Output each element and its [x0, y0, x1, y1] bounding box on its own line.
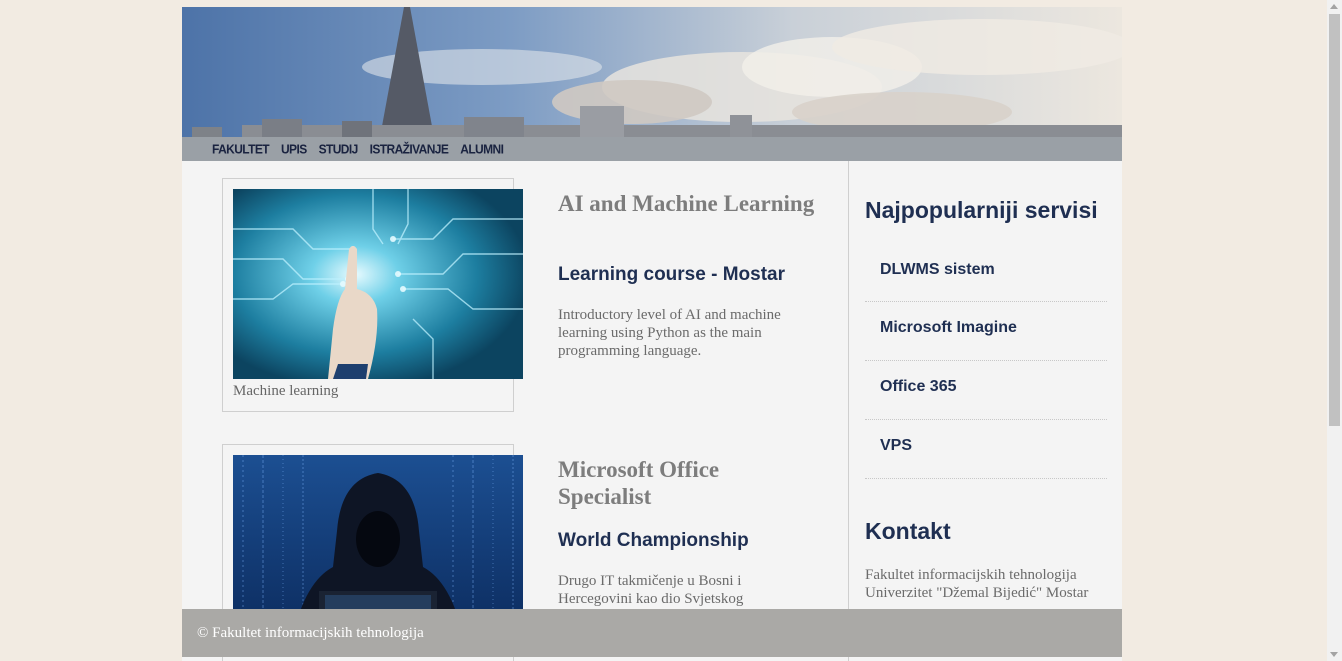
- vertical-scrollbar[interactable]: [1327, 0, 1342, 661]
- scroll-down-arrow-icon[interactable]: [1330, 652, 1338, 657]
- nav-item-fakultet[interactable]: FAKULTET: [212, 141, 270, 156]
- article-subtitle: World Championship: [558, 530, 749, 551]
- service-link-office-365[interactable]: Office 365: [865, 361, 1107, 420]
- service-link-dlwms[interactable]: DLWMS sistem: [865, 244, 1107, 302]
- nav-item-alumni[interactable]: ALUMNI: [460, 141, 504, 156]
- service-link-microsoft-imagine[interactable]: Microsoft Imagine: [865, 302, 1107, 361]
- page-footer: © Fakultet informacijskih tehnologija: [182, 609, 1122, 657]
- scroll-up-arrow-icon[interactable]: [1330, 4, 1338, 9]
- nav-item-upis[interactable]: UPIS: [281, 141, 307, 156]
- article-figure: Machine learning: [222, 178, 523, 412]
- scrollbar-thumb[interactable]: [1329, 14, 1340, 426]
- nav-item-studij[interactable]: STUDIJ: [319, 141, 359, 156]
- article-title[interactable]: AI and Machine Learning: [558, 190, 818, 217]
- sidebar: Najpopularniji servisi DLWMS sistem Micr…: [848, 161, 1122, 661]
- header-banner-image: [182, 7, 1122, 137]
- article-title[interactable]: Microsoft Office Specialist: [558, 456, 818, 510]
- main-content: Machine learning AI and Machine Learning…: [182, 161, 848, 661]
- article-ai-ml: Machine learning AI and Machine Learning…: [222, 178, 822, 418]
- service-link-vps[interactable]: VPS: [865, 420, 1107, 479]
- kontakt-title: Kontakt: [865, 518, 951, 544]
- circuit-hand-image[interactable]: [233, 189, 523, 379]
- kontakt-text: Fakultet informacijskih tehnologija Univ…: [865, 566, 1115, 602]
- kontakt-line: Fakultet informacijskih tehnologija: [865, 567, 1077, 583]
- image-caption: Machine learning: [233, 383, 339, 399]
- nav-item-istrazivanje[interactable]: ISTRAŽIVANJE: [370, 141, 449, 156]
- popular-services-title: Najpopularniji servisi: [865, 197, 1098, 223]
- article-description: Drugo IT takmičenje u Bosni i Hercegovin…: [558, 573, 744, 607]
- kontakt-line: Univerzitet "Džemal Bijedić" Mostar: [865, 585, 1089, 601]
- footer-copyright: © Fakultet informacijskih tehnologija: [197, 625, 424, 641]
- article-subtitle: Learning course - Mostar: [558, 264, 785, 285]
- article-description: Introductory level of AI and machine lea…: [558, 307, 781, 359]
- main-navigation: FAKULTET UPIS STUDIJ ISTRAŽIVANJE ALUMNI: [182, 137, 1122, 161]
- page-container: FAKULTET UPIS STUDIJ ISTRAŽIVANJE ALUMNI: [182, 7, 1122, 661]
- popular-services-list: DLWMS sistem Microsoft Imagine Office 36…: [865, 244, 1107, 479]
